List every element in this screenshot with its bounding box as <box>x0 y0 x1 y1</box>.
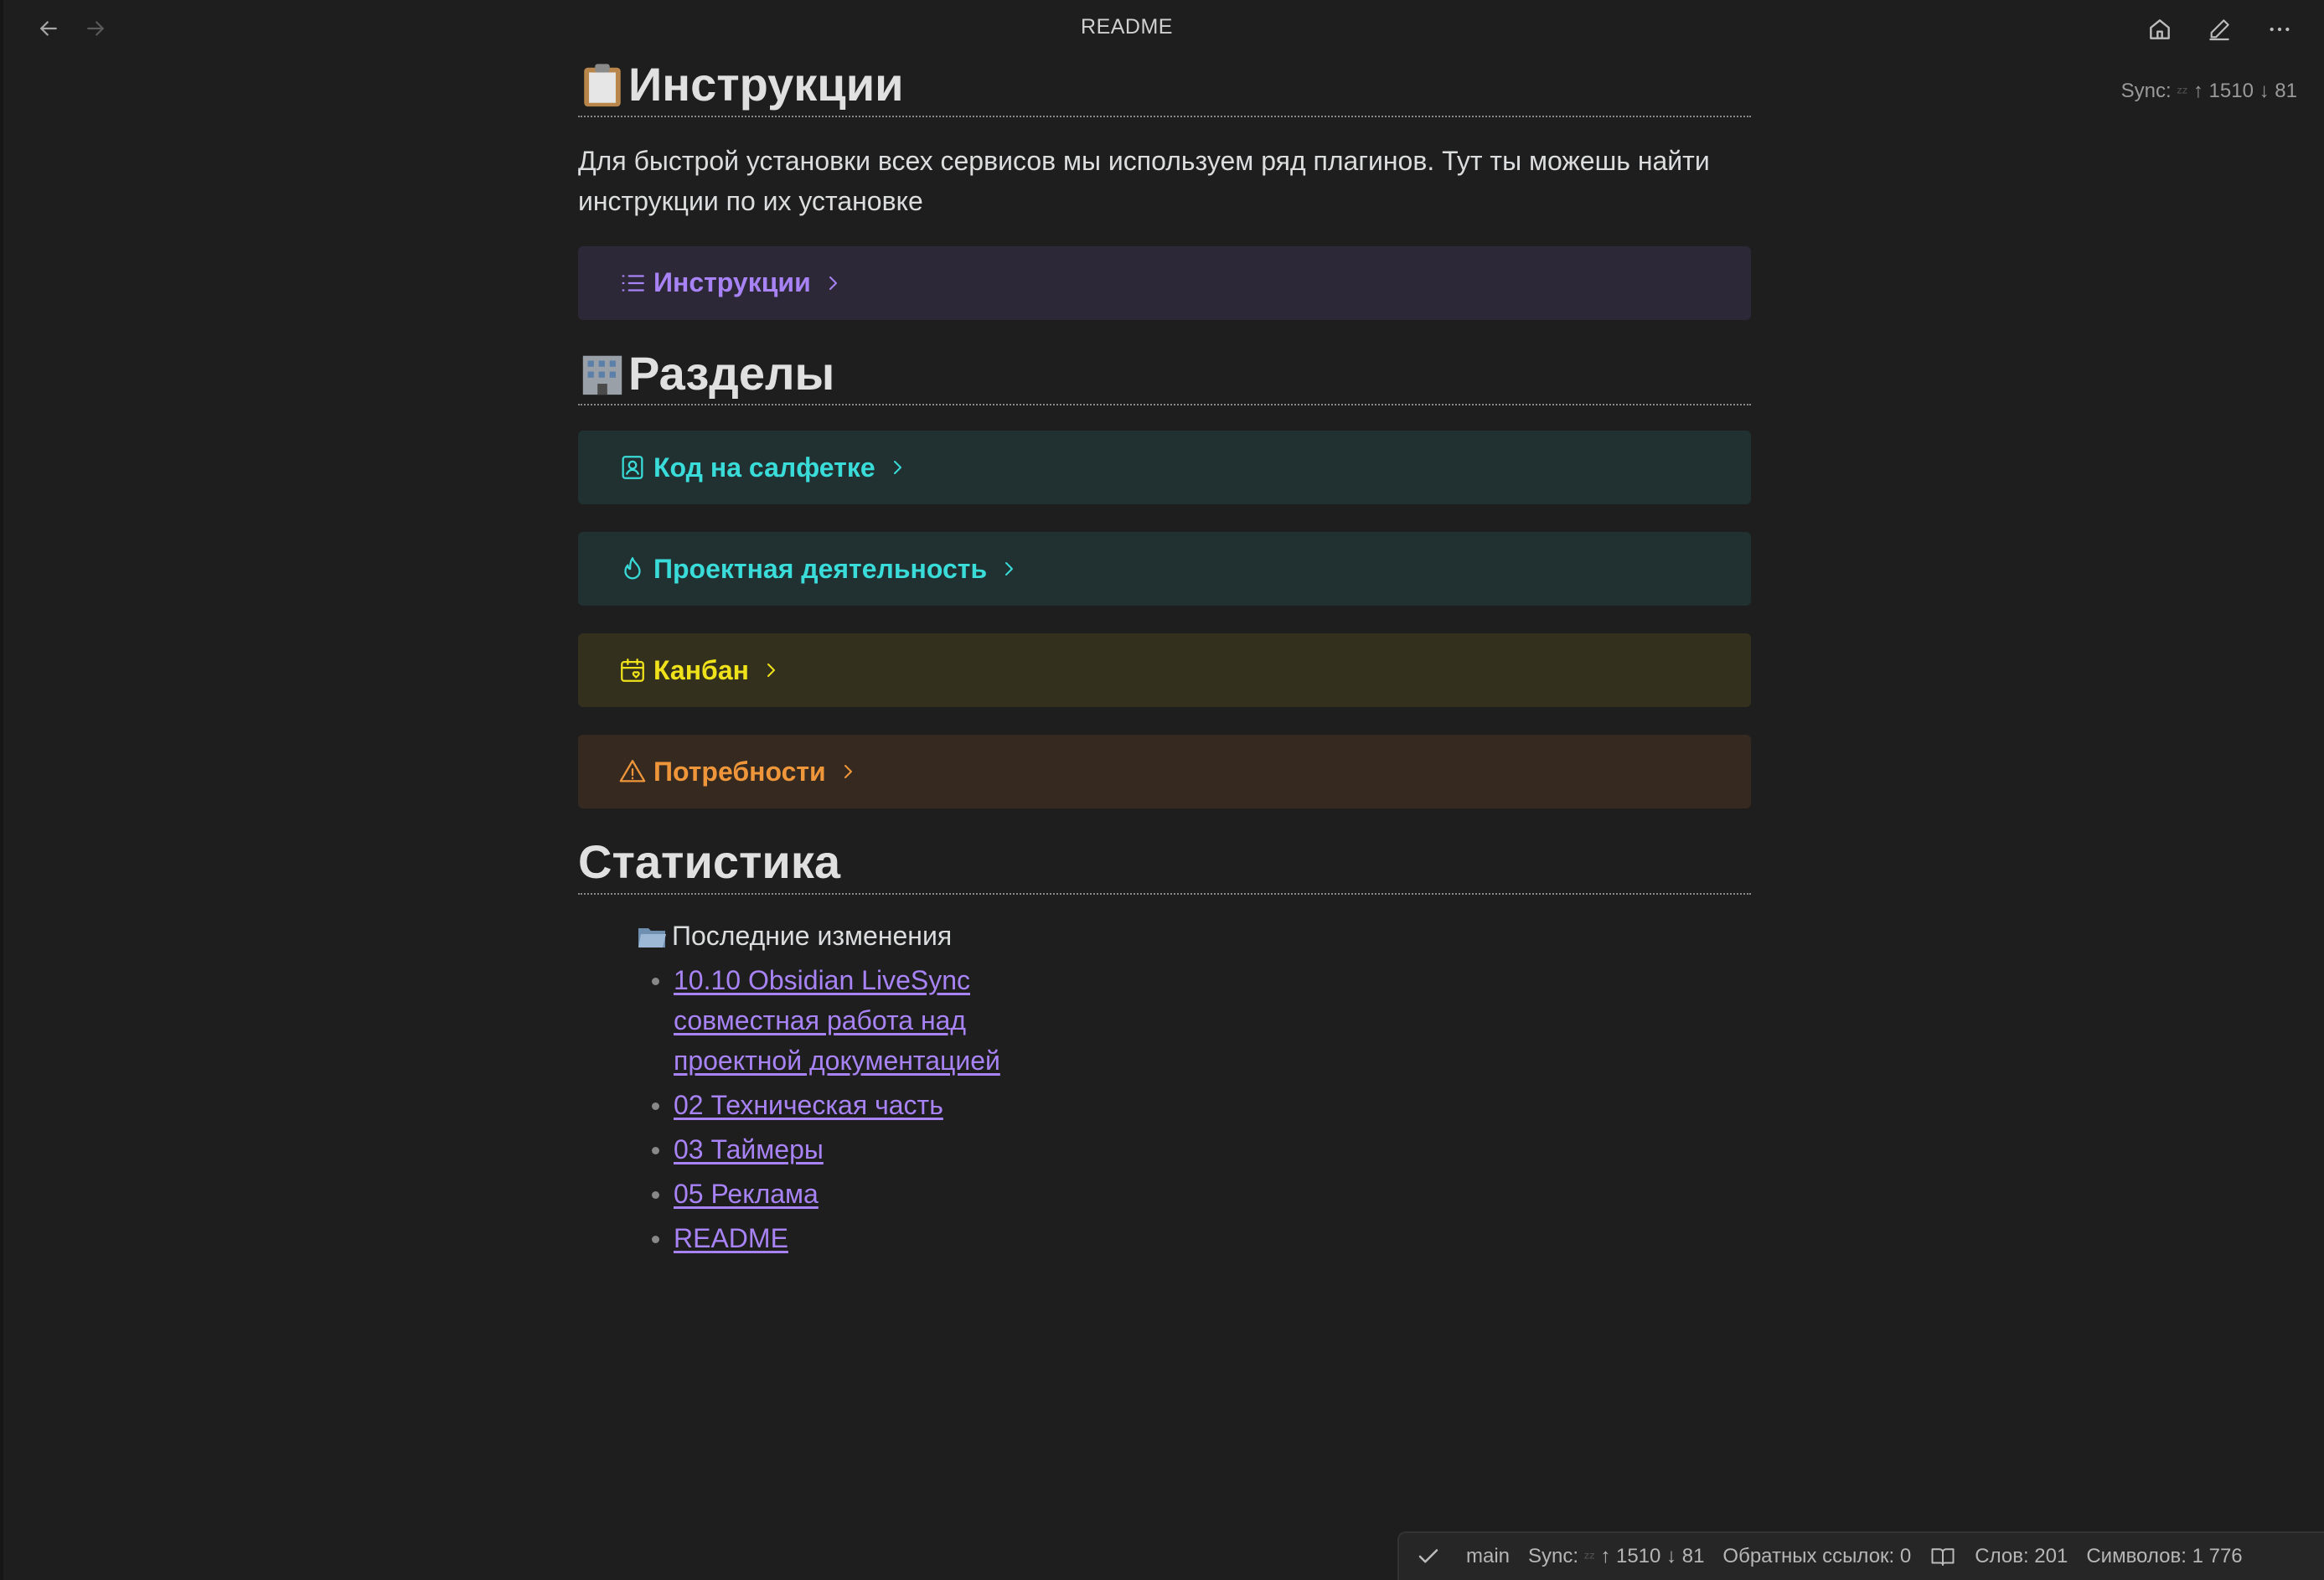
recent-changes-items: 10.10 Obsidian LiveSync совместная работ… <box>578 960 1751 1258</box>
callout-instructions-label: Инструкции <box>653 267 811 298</box>
sync-status[interactable]: Sync: ᶻᶻ ↑ 1510 ↓ 81 <box>1528 1545 1704 1568</box>
callout-proektnaya[interactable]: Проектная деятельность <box>578 532 1751 607</box>
more-horizontal-icon <box>2270 27 2290 32</box>
view-title: README <box>1081 15 1173 39</box>
reading-view-icon[interactable] <box>1929 1544 1956 1569</box>
sleep-icon: ᶻᶻ <box>2177 84 2188 101</box>
clipboard-emoji-icon <box>578 60 627 109</box>
window-left-edge <box>0 0 3 1580</box>
callout-kanban[interactable]: Канбан <box>578 633 1751 708</box>
list-item: README <box>652 1218 1034 1258</box>
view-header: README <box>0 0 2324 55</box>
heading-statistika: Статистика <box>578 836 1751 895</box>
heading-instructions: Инструкции <box>578 59 1751 117</box>
chevron-right-icon <box>887 457 907 478</box>
recent-changes-list: Последние изменения 10.10 Obsidian LiveS… <box>578 918 1751 1258</box>
pencil-icon <box>2209 19 2229 41</box>
chevron-right-icon <box>999 559 1019 579</box>
sync-up-count: ↑ 1510 <box>2192 80 2254 102</box>
git-branch[interactable]: main <box>1466 1545 1510 1568</box>
word-count: Слов: 201 <box>1975 1545 2068 1567</box>
callout-kod-na-salfetke[interactable]: Код на салфетке <box>578 431 1751 505</box>
sync-label: Sync: <box>2120 80 2172 102</box>
edit-mode-button[interactable] <box>2201 11 2238 48</box>
heading-statistika-text: Статистика <box>578 835 841 889</box>
sync-down-count: ↓ 81 <box>2259 80 2297 102</box>
list-item: 03 Таймеры <box>652 1129 1034 1170</box>
note-link[interactable]: README <box>674 1223 788 1253</box>
note-content: Инструкции Для быстрой установки всех се… <box>578 59 1751 1262</box>
sync-status-top: Sync: ᶻᶻ ↑ 1510 ↓ 81 <box>2121 80 2297 103</box>
calendar-heart-icon <box>618 656 647 684</box>
list-item: 10.10 Obsidian LiveSync совместная работ… <box>652 960 1034 1081</box>
building-emoji-icon <box>578 349 627 397</box>
folder-icon <box>637 923 667 950</box>
sleep-icon: ᶻᶻ <box>1583 1549 1595 1566</box>
callout-kanban-label: Канбан <box>653 654 749 685</box>
contact-book-icon <box>618 453 647 482</box>
home-button[interactable] <box>2141 11 2178 48</box>
list-item: 05 Реклама <box>652 1174 1034 1214</box>
callout-kod-label: Код на салфетке <box>653 452 875 483</box>
callout-proektnaya-label: Проектная деятельность <box>653 553 988 584</box>
callout-potrebnosti[interactable]: Потребности <box>578 735 1751 809</box>
sync-up-count: ↑ 1510 <box>1600 1545 1661 1567</box>
more-options-button[interactable] <box>2261 11 2298 48</box>
flame-icon <box>618 555 647 583</box>
sync-down-count: ↓ 81 <box>1666 1545 1705 1567</box>
chevron-right-icon <box>823 273 843 293</box>
note-link[interactable]: 05 Реклама <box>674 1179 819 1209</box>
heading-razdely-text: Разделы <box>628 346 835 400</box>
list-item: 02 Техническая часть <box>652 1085 1034 1125</box>
warning-triangle-icon <box>618 757 647 786</box>
list-icon <box>618 269 647 297</box>
recent-changes-label: Последние изменения <box>672 921 953 952</box>
sync-label: Sync: <box>1528 1545 1579 1567</box>
heading-instructions-text: Инструкции <box>628 58 904 111</box>
chevron-right-icon <box>761 660 781 680</box>
note-link[interactable]: 03 Таймеры <box>674 1134 824 1164</box>
char-count: Символов: 1 776 <box>2086 1545 2243 1567</box>
chevron-right-icon <box>838 762 858 782</box>
callout-potrebnosti-label: Потребности <box>653 756 826 787</box>
backlinks-count[interactable]: Обратных ссылок: 0 <box>1722 1545 1911 1568</box>
status-bar: main Sync: ᶻᶻ ↑ 1510 ↓ 81 Обратных ссыло… <box>1397 1531 2324 1580</box>
callout-instructions[interactable]: Инструкции <box>578 245 1751 320</box>
note-link[interactable]: 02 Техническая часть <box>674 1090 943 1120</box>
check-icon[interactable] <box>1416 1544 1441 1569</box>
recent-changes-folder: Последние изменения <box>578 918 1751 955</box>
heading-razdely: Разделы <box>578 346 1751 406</box>
instructions-description: Для быстрой установки всех сервисов мы и… <box>578 145 1710 216</box>
home-icon <box>2150 19 2170 39</box>
note-link[interactable]: 10.10 Obsidian LiveSync совместная работ… <box>674 965 1000 1076</box>
